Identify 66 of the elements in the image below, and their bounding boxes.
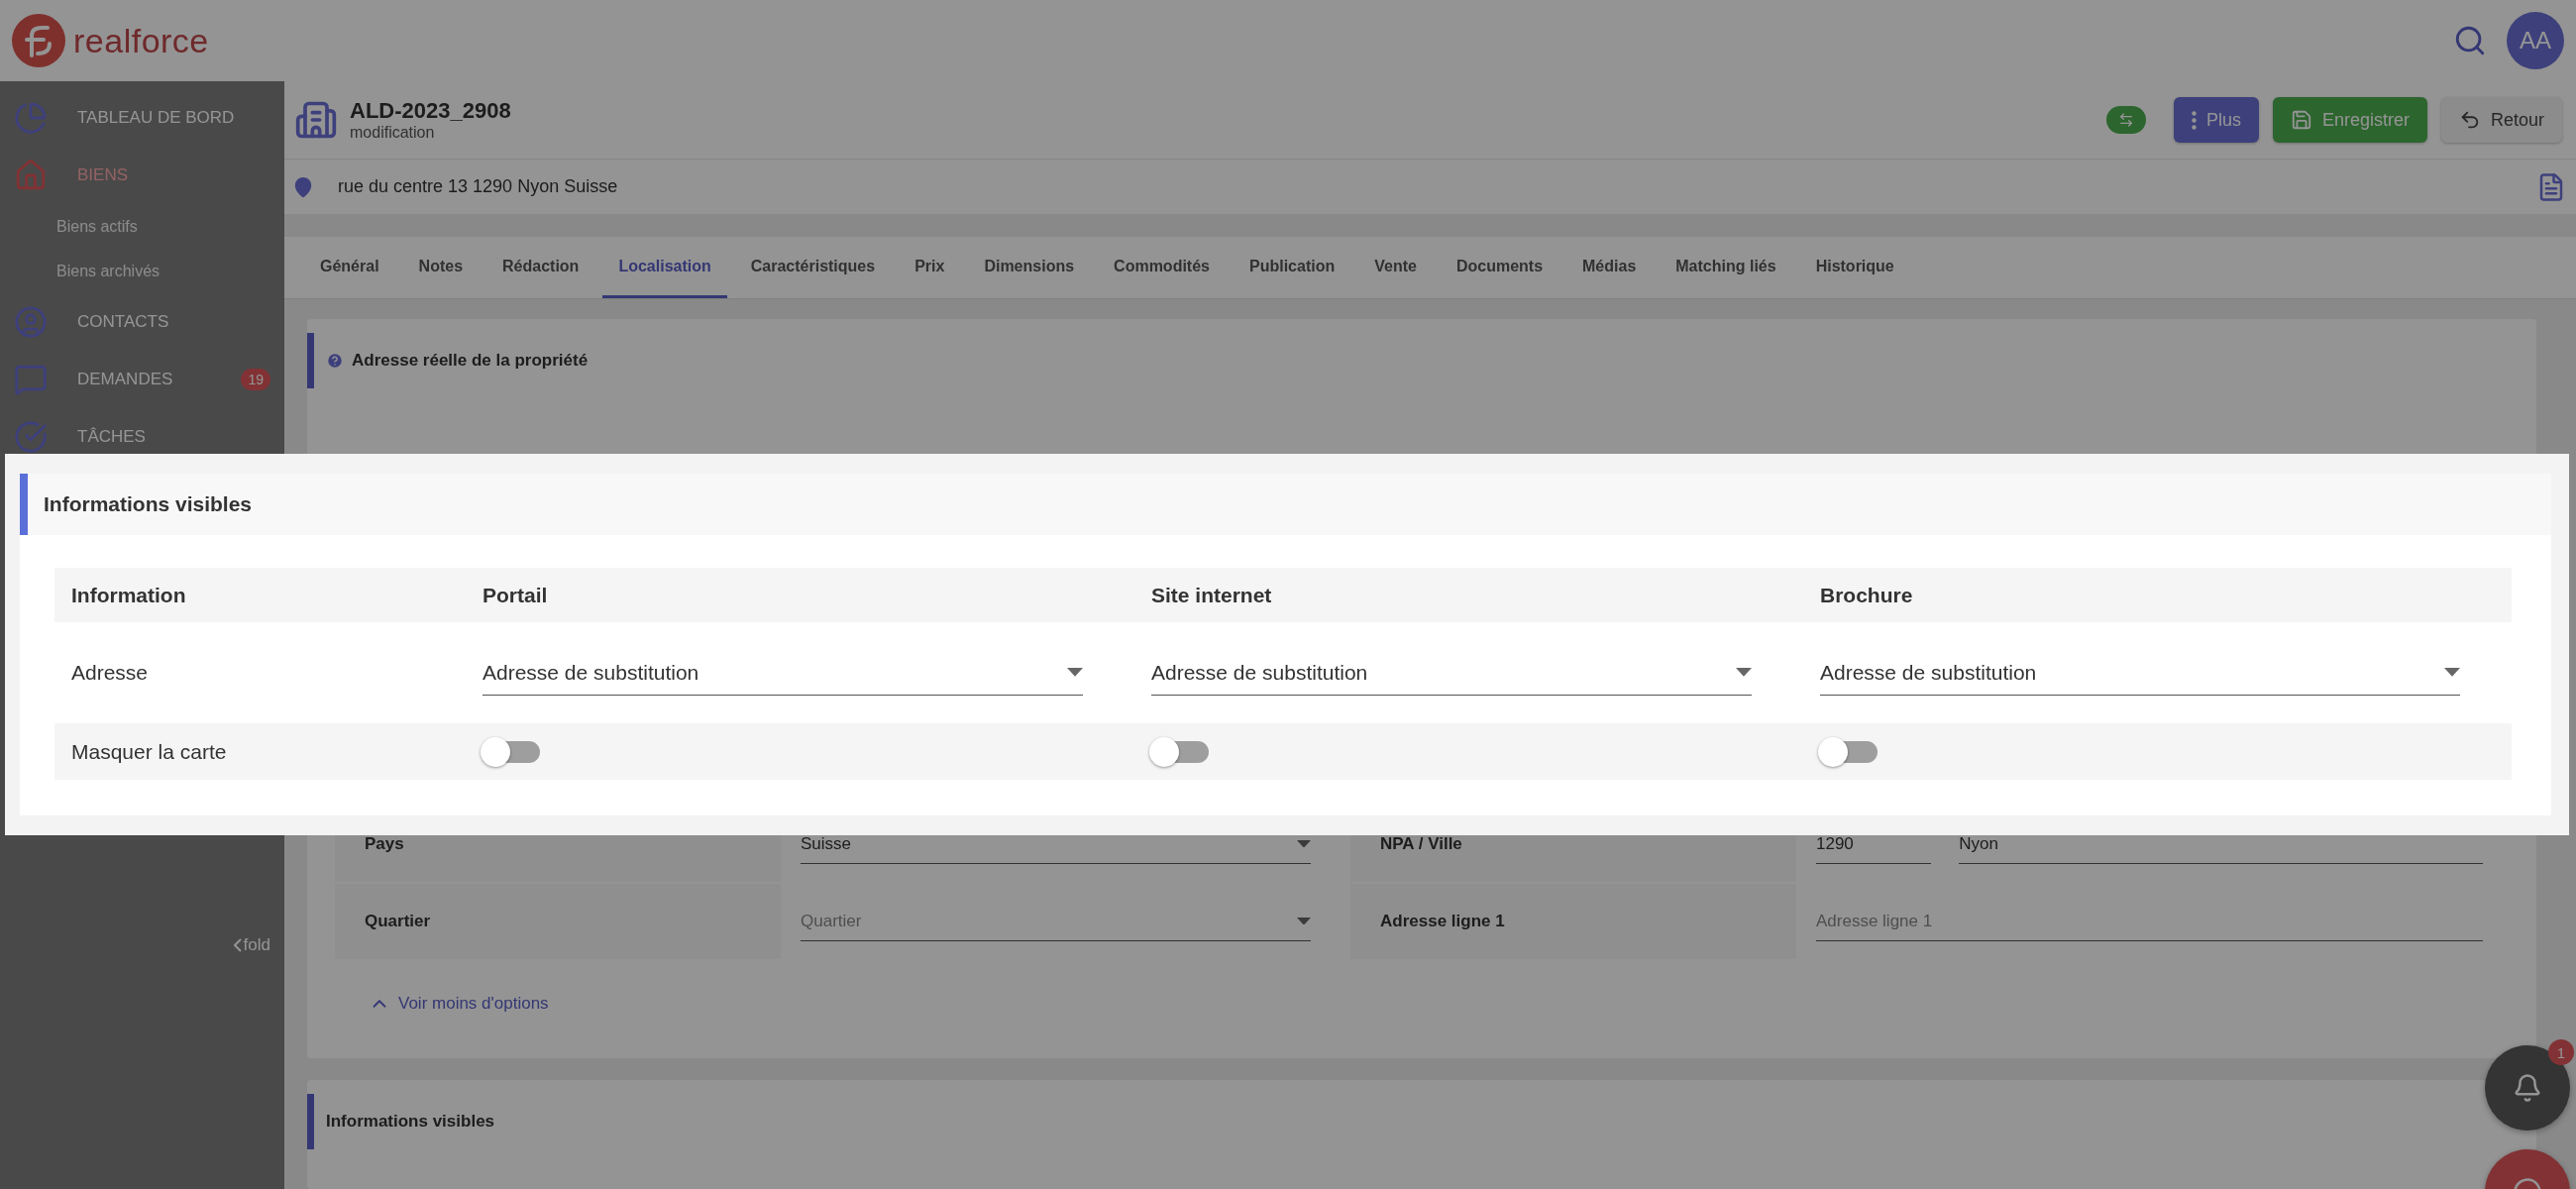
save-button[interactable]: Enregistrer <box>2272 97 2427 143</box>
count-badge: 19 <box>241 369 270 390</box>
tab[interactable]: Vente <box>1358 237 1433 298</box>
less-options-link[interactable]: Voir moins d'options <box>369 993 549 1015</box>
tab[interactable]: Historique <box>1799 237 1910 298</box>
map-pin-icon <box>292 175 314 198</box>
field-label: Adresse ligne 1 <box>1350 884 1796 959</box>
swap-button[interactable] <box>2105 106 2146 134</box>
panel-title: Informations visibles <box>44 492 253 516</box>
bell-icon <box>2513 1073 2542 1103</box>
swap-arrows-icon <box>2117 112 2134 128</box>
row-label: Masquer la carte <box>71 739 227 764</box>
tab[interactable]: Commodités <box>1098 237 1226 298</box>
fold-link[interactable]: fold <box>233 935 270 955</box>
tab[interactable]: Notes <box>402 237 480 298</box>
caret-icon <box>1736 668 1752 677</box>
select-field[interactable]: Adresse de substitution <box>483 650 1083 696</box>
tab[interactable]: Prix <box>899 237 961 298</box>
sidebar-item[interactable]: CONTACTS <box>0 293 284 351</box>
row-label: Adresse <box>71 661 149 685</box>
select-field[interactable]: Adresse de substitution <box>1820 650 2460 696</box>
user-avatar[interactable]: AA <box>2507 12 2564 69</box>
caret-icon <box>1297 917 1311 925</box>
record-subtitle: modification <box>350 124 436 142</box>
field-label: Quartier <box>335 884 781 959</box>
help-icon <box>326 352 344 370</box>
pie-chart-icon <box>14 101 48 135</box>
record-title: ALD-2023_2908 <box>350 98 512 124</box>
tab[interactable]: Documents <box>1440 237 1559 298</box>
sidebar-subitem[interactable]: Biens archivés <box>0 249 284 293</box>
select-field[interactable]: Quartier <box>801 902 1311 941</box>
kebab-icon <box>2191 110 2197 130</box>
logo-text: realforce <box>73 21 209 60</box>
tab[interactable]: Dimensions <box>968 237 1091 298</box>
caret-icon <box>1297 839 1311 848</box>
search-icon <box>2453 24 2487 57</box>
tab[interactable]: Matching liés <box>1660 237 1792 298</box>
house-icon <box>14 159 48 192</box>
logo-icon <box>12 14 65 67</box>
caret-icon <box>2444 668 2460 677</box>
input-field[interactable]: Adresse ligne 1 <box>1816 902 2483 941</box>
chevron-left-icon <box>233 938 242 952</box>
sidebar-item[interactable]: TABLEAU DE BORD <box>0 89 284 147</box>
column-header: Site internet <box>1134 568 1803 622</box>
section-title: Adresse réelle de la propriété <box>352 351 589 371</box>
tab[interactable]: Caractéristiques <box>734 237 892 298</box>
notification-badge: 1 <box>2548 1039 2574 1065</box>
column-header: Information <box>54 568 466 622</box>
section-title: Informations visibles <box>326 1112 495 1132</box>
back-button[interactable]: Retour <box>2440 97 2562 143</box>
tab[interactable]: Publication <box>1234 237 1351 298</box>
message-icon <box>14 363 48 396</box>
column-header: Portail <box>466 568 1134 622</box>
check-circle-icon <box>14 420 48 454</box>
sidebar-subitem[interactable]: Biens actifs <box>0 204 284 249</box>
tab[interactable]: Rédaction <box>486 237 595 298</box>
select-field[interactable]: Adresse de substitution <box>1151 650 1752 696</box>
caret-icon <box>1067 668 1083 677</box>
tab[interactable]: Médias <box>1566 237 1653 298</box>
more-button[interactable]: Plus <box>2173 97 2259 143</box>
tab[interactable]: Localisation <box>602 237 727 298</box>
sidebar-item[interactable]: DEMANDES 19 <box>0 351 284 408</box>
tab[interactable]: Général <box>304 237 395 298</box>
column-header: Brochure <box>1803 568 2512 622</box>
record-address: rue du centre 13 1290 Nyon Suisse <box>338 176 619 197</box>
user-icon <box>14 305 48 339</box>
